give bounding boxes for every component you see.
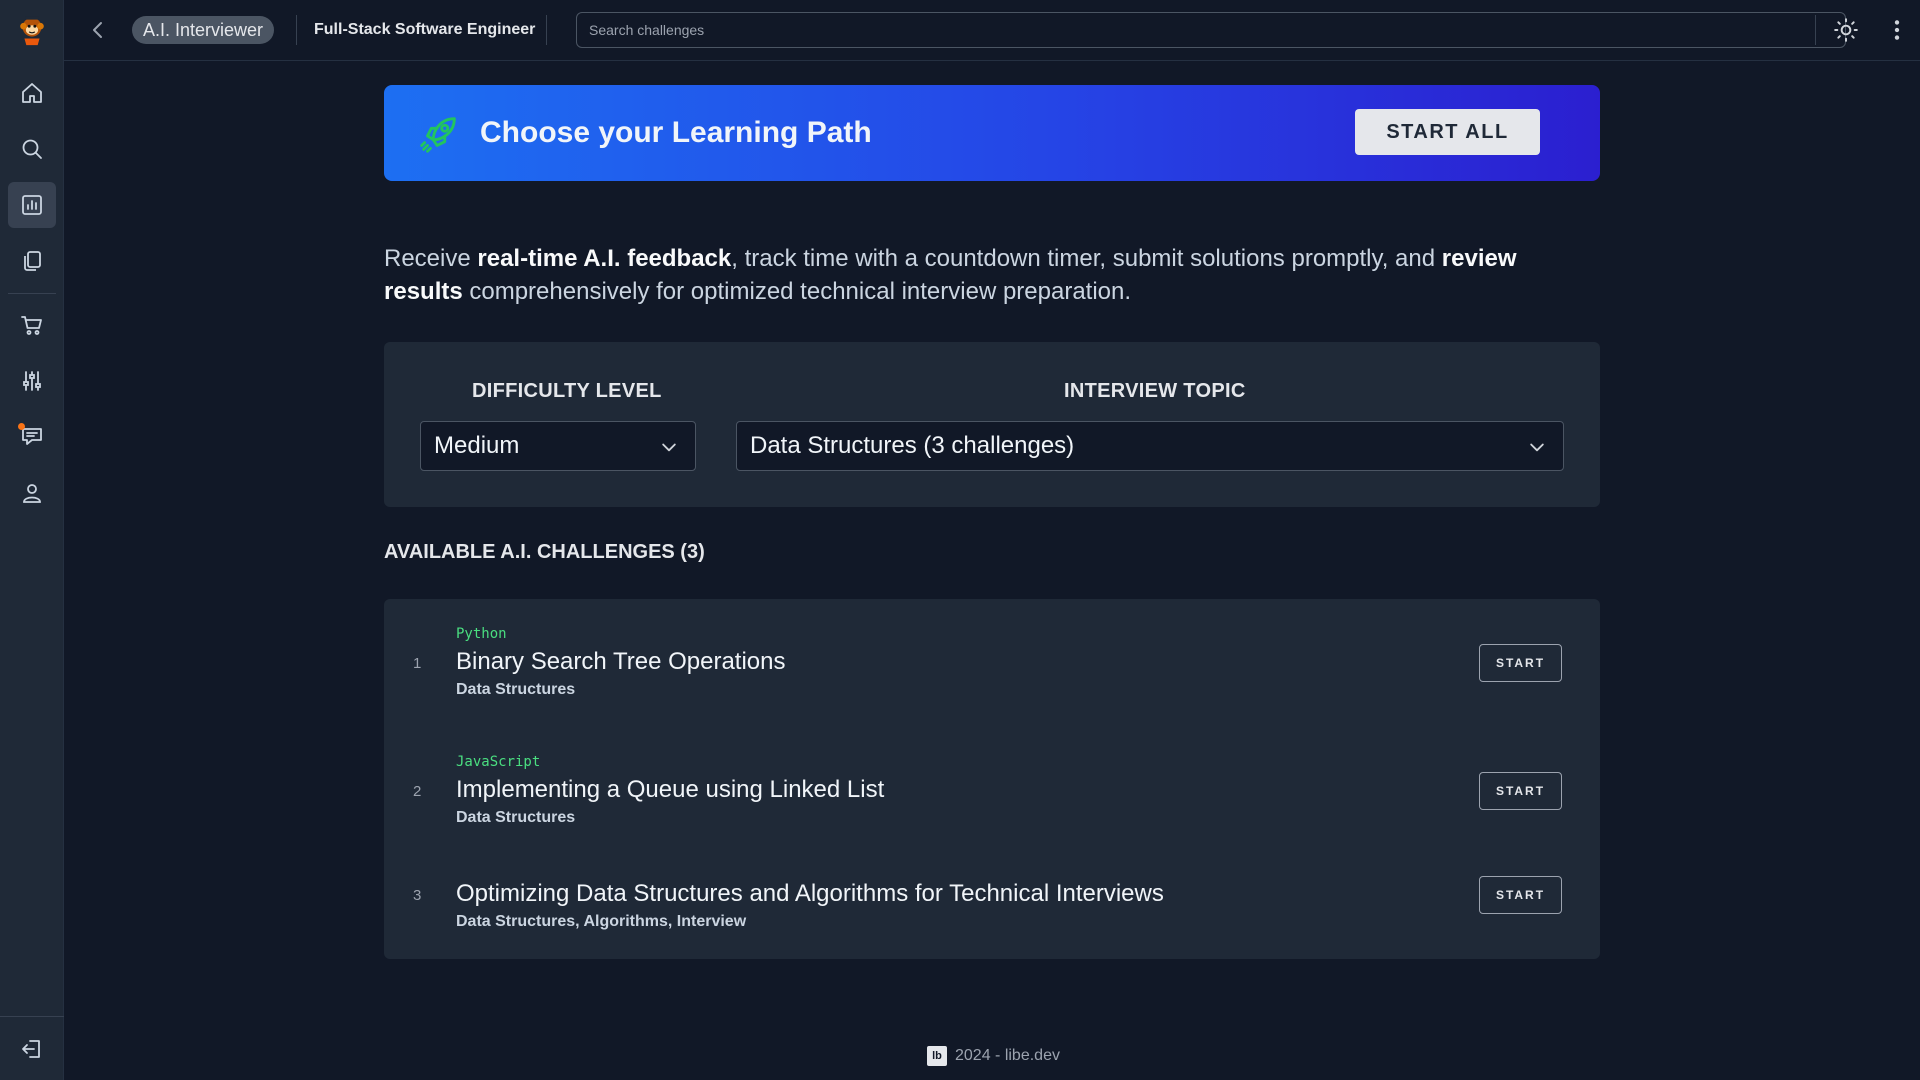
- learning-path-banner: Choose your Learning Path START ALL: [384, 85, 1600, 181]
- difficulty-label: DIFFICULTY LEVEL: [472, 380, 662, 402]
- difficulty-value: Medium: [434, 432, 520, 459]
- challenge-tags: Data Structures, Algorithms, Interview: [456, 913, 747, 930]
- rocket-icon: [416, 111, 462, 157]
- theme-toggle-button[interactable]: [1833, 17, 1859, 43]
- challenge-tags: Data Structures: [456, 681, 576, 698]
- header-divider: [1815, 15, 1816, 45]
- sidebar-item-home[interactable]: [8, 70, 56, 116]
- difficulty-select[interactable]: Medium: [420, 421, 696, 471]
- topic-value: Data Structures (3 challenges): [750, 432, 1075, 459]
- footer-text[interactable]: 2024 - libe.dev: [955, 1047, 1060, 1065]
- start-all-button[interactable]: START ALL: [1355, 109, 1540, 155]
- libe-logo-icon[interactable]: lb: [927, 1046, 947, 1066]
- challenge-title[interactable]: Implementing a Queue using Linked List: [456, 776, 884, 804]
- chevron-left-icon: [93, 22, 102, 38]
- challenge-list: 1 Python Binary Search Tree Operations D…: [384, 599, 1600, 959]
- challenge-language: Python: [456, 626, 507, 642]
- intro-text-part: Receive: [384, 245, 478, 272]
- sun-icon: [1834, 18, 1858, 42]
- top-bar: A.I. Interviewer Full-Stack Software Eng…: [64, 0, 1920, 61]
- intro-bold-feedback: real-time A.I. feedback: [477, 245, 732, 272]
- challenge-number: 3: [413, 887, 422, 904]
- intro-text-part: , track time with a countdown timer, sub…: [731, 245, 1442, 272]
- challenge-number: 2: [413, 783, 422, 800]
- filter-card: DIFFICULTY LEVEL Medium INTERVIEW TOPIC …: [384, 342, 1600, 507]
- search-icon: [22, 139, 42, 159]
- challenge-tags: Data Structures: [456, 809, 576, 826]
- logout-button[interactable]: [0, 1016, 64, 1080]
- user-icon: [23, 484, 41, 503]
- sidebar-item-documents[interactable]: [8, 238, 56, 284]
- sidebar-item-search[interactable]: [8, 126, 56, 172]
- breadcrumb[interactable]: Full-Stack Software Engineer: [314, 20, 535, 40]
- chevron-down-icon: [662, 443, 676, 452]
- challenge-title[interactable]: Optimizing Data Structures and Algorithm…: [456, 880, 1164, 908]
- cart-icon: [21, 316, 42, 335]
- sidebar-item-messages[interactable]: [8, 413, 56, 459]
- topic-select[interactable]: Data Structures (3 challenges): [736, 421, 1564, 471]
- notification-dot: [18, 423, 25, 430]
- challenge-number: 1: [413, 655, 422, 672]
- sidebar-item-profile[interactable]: [8, 470, 56, 516]
- start-challenge-button[interactable]: START: [1479, 772, 1562, 810]
- challenge-language: JavaScript: [456, 754, 541, 770]
- sliders-icon: [23, 371, 41, 391]
- intro-text: Receive real-time A.I. feedback, track t…: [384, 242, 1600, 308]
- intro-text-part: comprehensively for optimized technical …: [462, 278, 1132, 305]
- banner-title: Choose your Learning Path: [480, 116, 872, 149]
- ai-interviewer-pill[interactable]: A.I. Interviewer: [132, 16, 275, 44]
- documents-icon: [24, 251, 41, 271]
- sidebar: [0, 0, 64, 1080]
- chart-icon: [22, 195, 42, 215]
- back-button[interactable]: [86, 18, 110, 42]
- challenge-title[interactable]: Binary Search Tree Operations: [456, 648, 786, 676]
- logout-icon: [22, 1039, 40, 1058]
- header-divider: [546, 15, 547, 45]
- challenges-heading: AVAILABLE A.I. CHALLENGES (3): [384, 541, 705, 563]
- sidebar-item-dashboard[interactable]: [8, 182, 56, 228]
- sidebar-item-shop[interactable]: [8, 302, 56, 348]
- footer: lb 2024 - libe.dev: [927, 1045, 1060, 1067]
- monkey-logo-icon[interactable]: [14, 12, 50, 48]
- topic-label: INTERVIEW TOPIC: [1064, 380, 1246, 402]
- header-divider: [296, 15, 297, 45]
- sidebar-item-settings[interactable]: [8, 358, 56, 404]
- start-challenge-button[interactable]: START: [1479, 876, 1562, 914]
- sidebar-divider: [8, 293, 56, 294]
- start-challenge-button[interactable]: START: [1479, 644, 1562, 682]
- chevron-down-icon: [1530, 443, 1544, 452]
- more-vertical-icon: [1894, 20, 1900, 40]
- search-input[interactable]: [576, 12, 1846, 48]
- more-menu-button[interactable]: [1884, 17, 1910, 43]
- home-icon: [22, 83, 42, 103]
